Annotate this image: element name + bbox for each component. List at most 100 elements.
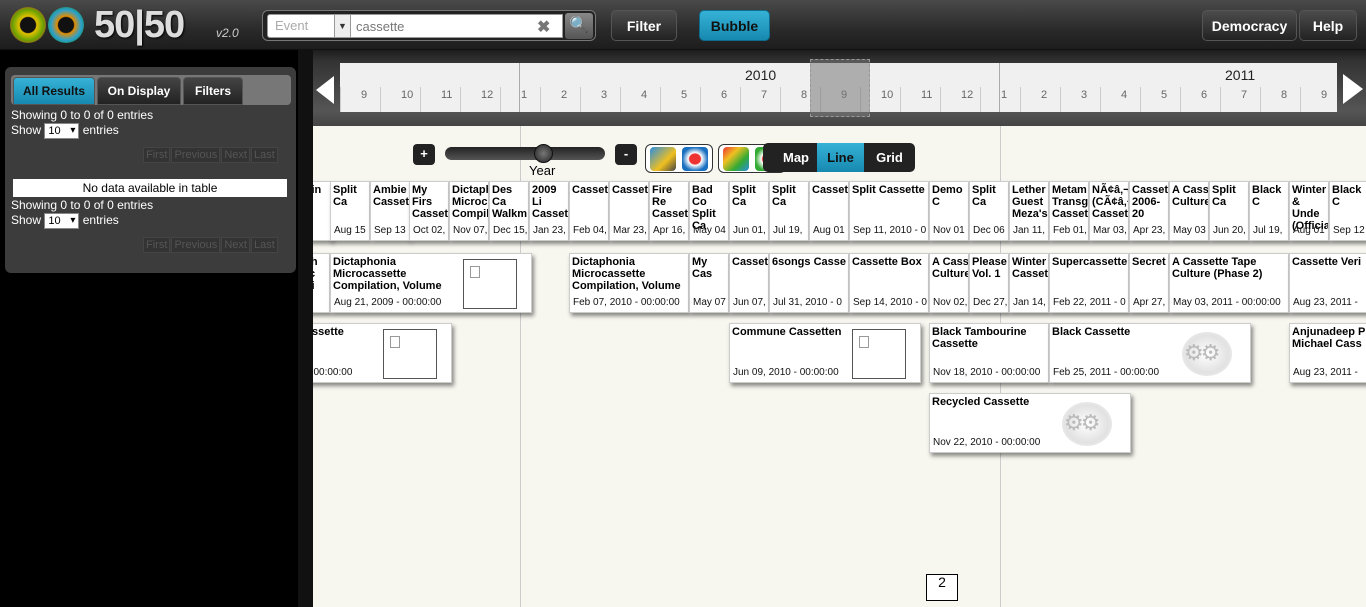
- showing-info: Showing 0 to 0 of 0 entries: [11, 198, 154, 212]
- google-icon[interactable]: [723, 147, 749, 171]
- event-card[interactable]: Secret Apr 27,: [1129, 253, 1169, 313]
- event-card[interactable]: Black Cassette Feb 25, 2011 - 00:00:00: [1049, 323, 1251, 383]
- event-card[interactable]: Casset Mar 23,: [609, 181, 649, 241]
- event-card[interactable]: NÃ¢â‚¬ (CÃ¢â‚¬ Casset Mar 03,: [1089, 181, 1129, 241]
- event-card[interactable]: Cassette Veri Aug 23, 2011 -: [1289, 253, 1366, 313]
- event-card[interactable]: Fire Re Casset Apr 16,: [649, 181, 689, 241]
- timeline-prev-arrow-icon[interactable]: [316, 76, 334, 104]
- layers-3-icon[interactable]: [650, 147, 676, 171]
- event-card[interactable]: Black Tambourine Cassette Nov 18, 2010 - …: [929, 323, 1049, 383]
- zoom-in-button[interactable]: +: [413, 144, 435, 165]
- event-card[interactable]: A Cass Culture Nov 02,: [929, 253, 969, 313]
- event-card[interactable]: My Cas May 07: [689, 253, 729, 313]
- page-size-select[interactable]: 10: [44, 213, 80, 229]
- democracy-button[interactable]: Democracy: [1202, 10, 1297, 41]
- year-divider: [519, 63, 520, 112]
- view-map-button[interactable]: Map: [775, 143, 817, 172]
- pager-last[interactable]: Last: [251, 237, 278, 253]
- filter-button[interactable]: Filter: [611, 10, 677, 41]
- event-card[interactable]: Ambie Casset Sep 13: [370, 181, 410, 241]
- year-divider: [999, 63, 1000, 112]
- pager-first[interactable]: First: [143, 147, 171, 163]
- timeline-selection-window[interactable]: [810, 59, 870, 117]
- event-card[interactable]: Des Ca Walkm Dec 15,: [489, 181, 529, 241]
- event-card[interactable]: Lether Guest Meza's Jan 11,: [1009, 181, 1049, 241]
- zoom-out-button[interactable]: -: [615, 144, 637, 165]
- event-card[interactable]: aph roc npi24,: [313, 253, 330, 313]
- event-card[interactable]: Demo C Nov 01: [929, 181, 969, 241]
- event-title: Casset: [812, 184, 849, 196]
- event-card[interactable]: Casset Feb 04,: [569, 181, 609, 241]
- help-button[interactable]: Help: [1299, 10, 1357, 41]
- tab-on-display[interactable]: On Display: [97, 77, 181, 105]
- event-date: Jun 20,: [1213, 225, 1246, 236]
- event-card[interactable]: Please Vol. 1 Dec 27,: [969, 253, 1009, 313]
- event-card[interactable]: Black C Sep 12: [1329, 181, 1366, 241]
- zoom-slider[interactable]: [445, 144, 605, 163]
- pager-last[interactable]: Last: [251, 147, 278, 163]
- page-indicator[interactable]: 2: [926, 574, 958, 601]
- event-title: Black C: [1332, 184, 1362, 208]
- event-title: Please Vol. 1: [972, 256, 1007, 280]
- event-card[interactable]: Dictaphonia Microcassette Compilation, V…: [569, 253, 689, 313]
- event-card[interactable]: Casset 2006-20 Apr 23,: [1129, 181, 1169, 241]
- pager-first[interactable]: First: [143, 237, 171, 253]
- tab-filters[interactable]: Filters: [183, 77, 243, 105]
- event-card[interactable]: Winter & Unde (Officia Aug 01: [1289, 181, 1329, 241]
- event-card[interactable]: A Cassette Tape Culture (Phase 2) May 03,…: [1169, 253, 1289, 313]
- view-grid-button[interactable]: Grid: [864, 143, 915, 172]
- search-button[interactable]: 🔍: [565, 13, 593, 39]
- timeline-next-arrow-icon[interactable]: [1343, 74, 1363, 104]
- entries-label: entries: [82, 123, 119, 138]
- page-size-select[interactable]: 10: [44, 123, 80, 139]
- event-card[interactable]: Winter Casset Jan 14,: [1009, 253, 1049, 313]
- event-card[interactable]: Dictaph Microc Compil Nov 07,: [449, 181, 489, 241]
- event-card[interactable]: My Firs Casset Oct 02,: [409, 181, 449, 241]
- event-title: Anjunadeep P Michael Cass: [1292, 326, 1366, 350]
- event-date: Nov 18, 2010 - 00:00:00: [933, 367, 1041, 378]
- event-date: Sep 12: [1333, 225, 1365, 236]
- pager-previous[interactable]: Previous: [171, 147, 221, 163]
- event-date: Jun 09, 2010 - 00:00:00: [733, 367, 839, 378]
- event-card[interactable]: Supercassette Feb 22, 2011 - 0: [1049, 253, 1129, 313]
- event-card[interactable]: 6songs Casse Jul 31, 2010 - 0: [769, 253, 849, 313]
- event-card[interactable]: Casset Jun 07,: [729, 253, 769, 313]
- search-input[interactable]: [351, 14, 563, 38]
- event-card[interactable]: 2009 Li Casset Jan 23,: [529, 181, 569, 241]
- event-card[interactable]: Black C Jul 19,: [1249, 181, 1289, 241]
- pager-next[interactable]: Next: [221, 147, 250, 163]
- event-card[interactable]: Split Ca Dec 06: [969, 181, 1009, 241]
- event-card[interactable]: Metam Transg Casset Feb 01,: [1049, 181, 1089, 241]
- bubble-button[interactable]: Bubble: [699, 10, 770, 41]
- pager-previous[interactable]: Previous: [171, 237, 221, 253]
- event-card[interactable]: Cassette P 9 - 00:00:00: [313, 323, 452, 383]
- zoom-slider-handle[interactable]: [534, 144, 553, 163]
- event-card[interactable]: Recycled Cassette Nov 22, 2010 - 00:00:00: [929, 393, 1131, 453]
- event-card[interactable]: Split Ca Jul 19,: [769, 181, 809, 241]
- layer-toggle-group: [645, 144, 713, 173]
- clear-search-icon[interactable]: ✖: [537, 17, 550, 37]
- month-label: 10: [401, 89, 414, 101]
- tab-all-results[interactable]: All Results: [13, 77, 95, 105]
- event-card[interactable]: Split Ca Aug 15: [330, 181, 370, 241]
- event-card[interactable]: Bad Co Split Ca May 04: [689, 181, 729, 241]
- event-card[interactable]: Split Cassette Sep 11, 2010 - 0: [849, 181, 929, 241]
- pager-next[interactable]: Next: [221, 237, 250, 253]
- event-card[interactable]: Anjunadeep P Michael Cass Aug 23, 2011 -: [1289, 323, 1366, 383]
- event-card[interactable]: Commune Cassetten Jun 09, 2010 - 00:00:00: [729, 323, 921, 383]
- month-label: 6: [721, 89, 728, 101]
- event-card[interactable]: A Cass Culture May 03: [1169, 181, 1209, 241]
- event-card[interactable]: Split Ca Jun 01,: [729, 181, 769, 241]
- event-card[interactable]: Cassette Box Sep 14, 2010 - 0: [849, 253, 929, 313]
- results-tabs: All Results On Display Filters: [11, 75, 291, 105]
- target-icon[interactable]: [682, 147, 708, 171]
- search-type-select[interactable]: Event ▼: [267, 14, 351, 38]
- event-date: Aug 15: [334, 225, 366, 236]
- event-title: aph roc npi: [313, 256, 318, 292]
- chevron-down-icon[interactable]: ▼: [334, 15, 350, 37]
- event-card[interactable]: Dictaphonia Microcassette Compilation, V…: [330, 253, 532, 313]
- event-card[interactable]: Split Ca Jun 20,: [1209, 181, 1249, 241]
- view-line-button[interactable]: Line: [817, 143, 864, 172]
- panel-splitter[interactable]: [298, 50, 313, 607]
- event-card[interactable]: Casset Aug 01: [809, 181, 849, 241]
